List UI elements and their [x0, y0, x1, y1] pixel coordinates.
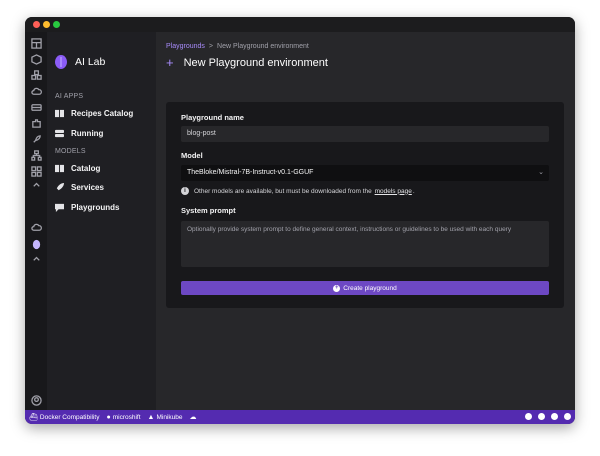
status-right-icons: [525, 413, 571, 420]
ai-lab-sidebar: AI Lab AI APPS Recipes Catalog Running M…: [47, 32, 156, 410]
minimize-window-button[interactable]: [43, 21, 50, 28]
sidebar-item-label: Playgrounds: [71, 202, 120, 212]
brand-name: AI Lab: [75, 56, 106, 68]
rocket-icon[interactable]: [29, 133, 43, 145]
containers-icon[interactable]: [29, 53, 43, 65]
rocket-icon: [55, 182, 64, 191]
activity-bar: [25, 32, 47, 423]
bell-icon[interactable]: [564, 413, 571, 420]
sidebar-item-label: Running: [71, 128, 104, 138]
server-icon: [55, 129, 64, 137]
chevron-up-icon[interactable]: [29, 178, 43, 190]
close-window-button[interactable]: [33, 21, 40, 28]
ai-lab-icon[interactable]: [29, 238, 43, 250]
playground-name-input[interactable]: blog-post: [181, 126, 549, 142]
help-icon[interactable]: [551, 413, 558, 420]
status-bar: ⛴ Docker Compatibility ● microshift ▲ Mi…: [25, 410, 575, 424]
page-title: New Playground environment: [183, 56, 328, 69]
microshift-icon: ●: [106, 413, 111, 421]
ai-lab-logo-icon: [55, 55, 67, 69]
sidebar-item-label: Catalog: [71, 163, 101, 173]
sidebar-item-catalog[interactable]: Catalog: [55, 162, 100, 174]
info-icon: i: [181, 187, 189, 195]
book-icon: [55, 109, 64, 117]
breadcrumb-separator: >: [208, 43, 214, 50]
section-label-ai-apps: AI APPS: [55, 93, 84, 100]
sidebar-item-label: Recipes Catalog: [71, 108, 134, 118]
section-label-models: MODELS: [55, 148, 86, 155]
hint-suffix: .: [412, 187, 415, 195]
extensions-icon[interactable]: [29, 165, 43, 177]
model-label: Model: [181, 151, 203, 160]
maximize-window-button[interactable]: [53, 21, 60, 28]
network-icon[interactable]: [29, 149, 43, 161]
chevron-down-icon: ⌄: [538, 169, 544, 176]
status-microshift[interactable]: ● microshift: [107, 414, 141, 421]
cloud-extension-icon[interactable]: [29, 221, 43, 233]
redhat-icon: ☁: [189, 414, 197, 421]
status-extension[interactable]: ☁: [190, 413, 199, 421]
volumes-icon[interactable]: [29, 101, 43, 113]
app-window: AI Lab AI APPS Recipes Catalog Running M…: [25, 17, 575, 424]
status-label: Docker Compatibility: [39, 413, 100, 421]
title-bar: [25, 17, 575, 32]
hint-text: Other models are available, but must be …: [194, 187, 372, 195]
sidebar-item-services[interactable]: Services: [55, 181, 104, 193]
plus-icon: +: [166, 55, 174, 70]
breadcrumb: Playgrounds > New Playground environment: [166, 43, 309, 50]
pods-icon[interactable]: [29, 69, 43, 81]
sidebar-item-recipes-catalog[interactable]: Recipes Catalog: [55, 107, 133, 119]
system-prompt-textarea[interactable]: Optionally provide system prompt to defi…: [181, 221, 549, 267]
chat-icon[interactable]: [525, 413, 532, 420]
dashboard-icon[interactable]: [29, 37, 43, 49]
status-docker-compatibility[interactable]: ⛴ Docker Compatibility: [29, 413, 100, 422]
brand: AI Lab: [55, 55, 105, 69]
status-label: microshift: [112, 413, 141, 421]
cloud-icon[interactable]: [29, 85, 43, 97]
breadcrumb-link-playgrounds[interactable]: Playgrounds: [166, 43, 205, 50]
puzzle-icon[interactable]: [29, 117, 43, 129]
models-hint: i Other models are available, but must b…: [181, 187, 415, 195]
create-playground-button[interactable]: + Create playground: [181, 281, 549, 295]
minikube-icon: ▲: [147, 413, 155, 421]
status-minikube[interactable]: ▲ Minikube: [148, 414, 183, 421]
account-icon[interactable]: [29, 394, 43, 406]
lightbulb-icon[interactable]: [538, 413, 545, 420]
playground-form: Playground name blog-post Model TheBloke…: [166, 102, 564, 308]
plus-circle-icon: +: [333, 284, 341, 292]
main-content: Playgrounds > New Playground environment…: [156, 32, 575, 410]
page-header: + New Playground environment: [166, 56, 328, 69]
create-playground-label: Create playground: [343, 284, 397, 292]
playground-name-label: Playground name: [181, 113, 244, 122]
docker-icon: ⛴: [29, 414, 38, 421]
system-prompt-label: System prompt: [181, 206, 236, 215]
breadcrumb-current: New Playground environment: [217, 43, 309, 50]
sidebar-item-label: Services: [71, 182, 104, 192]
sidebar-item-running[interactable]: Running: [55, 127, 103, 139]
model-select-value: TheBloke/Mistral-7B-Instruct-v0.1-GGUF: [187, 169, 314, 176]
model-select[interactable]: TheBloke/Mistral-7B-Instruct-v0.1-GGUF ⌄: [181, 165, 549, 181]
sidebar-item-playgrounds[interactable]: Playgrounds: [55, 201, 119, 213]
book-icon: [55, 164, 64, 172]
models-page-link[interactable]: models page: [375, 188, 412, 195]
status-label: Minikube: [156, 413, 183, 421]
chevron-up-icon[interactable]: [29, 252, 43, 264]
chat-icon: [55, 203, 64, 212]
